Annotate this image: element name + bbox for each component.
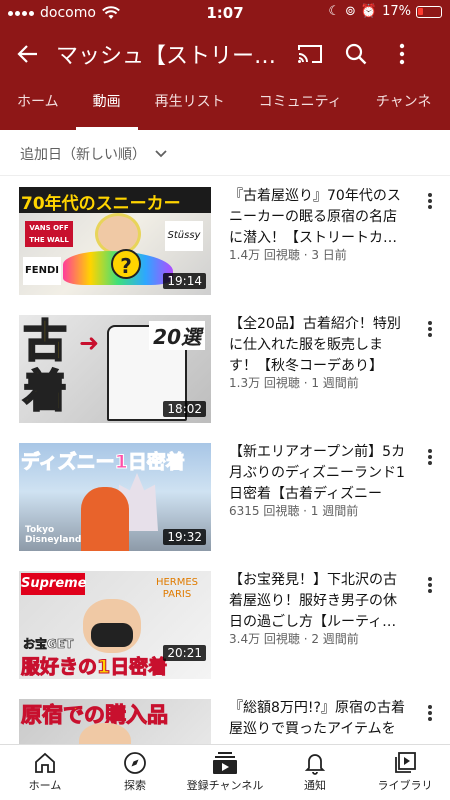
sort-label: 追加日（新しい順） (20, 146, 146, 163)
video-title: 【新エリアオープン前】5カ月ぶりのディズニーランド1日密着【古着ディズニーコ… (229, 444, 406, 502)
video-meta: 【お宝発見！】下北沢の古着屋巡り！服好き男子の休日の過ごし方【ルーティ… 3.4… (229, 570, 409, 647)
battery-percent: 17% (382, 4, 411, 19)
video-item[interactable]: 70年代のスニーカー VANS OFF THE WALL Stüssy FEND… (0, 180, 450, 298)
battery-icon (416, 5, 442, 18)
thumbnail-logo-hermes: HERMES PARIS (155, 577, 199, 600)
video-duration: 20:21 (163, 645, 206, 661)
thumbnail-logo-disney: Tokyo Disneyland (25, 525, 82, 545)
tab-home[interactable]: ホーム (0, 78, 76, 130)
thumbnail-logo-supreme: Supreme (21, 573, 87, 595)
thumbnail-logo-fendi: FENDI (23, 257, 61, 285)
compass-icon (124, 752, 146, 774)
video-item[interactable]: ディズニー1日密着 Tokyo Disneyland 19:32 【新エリアオー… (0, 436, 450, 554)
thumbnail-person-face (95, 213, 141, 255)
search-icon (345, 43, 367, 65)
video-item[interactable]: Supreme HERMES PARIS お宝GET 服好きの1日密着 20:2… (0, 564, 450, 682)
nav-library[interactable]: ライブラリ (360, 745, 450, 800)
tab-videos[interactable]: 動画 (75, 78, 138, 130)
nav-home-label: ホーム (28, 779, 62, 792)
nav-library-label: ライブラリ (377, 779, 433, 792)
back-button[interactable] (0, 30, 56, 78)
thumbnail-arrow: ➜ (79, 329, 100, 357)
video-thumbnail[interactable]: Supreme HERMES PARIS お宝GET 服好きの1日密着 20:2… (19, 571, 211, 679)
alarm-icon: ⏰ (360, 4, 378, 19)
nav-subscriptions-label: 登録チャンネル (186, 779, 264, 792)
video-item[interactable]: 原宿での購入品 『総額8万円!?』原宿の古着屋巡りで買ったアイテムを (0, 692, 450, 744)
video-title: 【お宝発見！】下北沢の古着屋巡り！服好き男子の休日の過ごし方【ルーティ… (229, 572, 397, 630)
nav-subscriptions[interactable]: 登録チャンネル (180, 745, 270, 800)
video-info: 1.4万 回視聴 · 3 日前 (229, 248, 347, 262)
nav-explore-label: 探索 (124, 779, 146, 792)
sort-dropdown[interactable]: 追加日（新しい順） (0, 132, 450, 176)
video-info: 6315 回視聴 · 1 週間前 (229, 504, 359, 518)
tab-playlists[interactable]: 再生リスト (138, 78, 242, 130)
video-menu-button[interactable] (422, 702, 438, 724)
video-meta: 『総額8万円!?』原宿の古着屋巡りで買ったアイテムを (229, 698, 409, 744)
arrow-left-icon (17, 45, 37, 63)
thumbnail-caption: 服好きの1日密着 (20, 656, 168, 679)
video-thumbnail[interactable]: 古着 ➜ 20選 18:02 (19, 315, 211, 423)
bottom-navigation: ホーム 探索 登録チャンネル 通知 ライブラリ (0, 744, 450, 800)
video-duration: 18:02 (163, 401, 206, 417)
video-duration: 19:14 (163, 273, 206, 289)
video-meta: 【全20品】古着紹介！特別に仕入れた服を販売します！【秋冬コーデあり】 1.3万… (229, 314, 409, 391)
youtube-channel-screen: docomo 1:07 ☾ ⊚ ⏰ 17% マッシュ【ストリー… ホーム 動画 … (0, 0, 450, 800)
nav-home[interactable]: ホーム (0, 745, 90, 800)
rotation-lock-icon: ⊚ (345, 4, 356, 19)
video-thumbnail[interactable]: ディズニー1日密着 Tokyo Disneyland 19:32 (19, 443, 211, 551)
thumbnail-big-text: 古着 (22, 316, 68, 418)
search-button[interactable] (340, 38, 372, 70)
video-meta: 『古着屋巡り』70年代のスニーカーの眠る原宿の名店に潜入！【ストリートカ… 1.… (229, 186, 409, 263)
nav-notifications-label: 通知 (304, 779, 326, 792)
thumbnail-question-mark: ? (111, 249, 141, 279)
video-title: 『古着屋巡り』70年代のスニーカーの眠る原宿の名店に潜入！【ストリートカ… (229, 188, 401, 246)
video-thumbnail[interactable]: 原宿での購入品 (19, 699, 211, 744)
video-menu-button[interactable] (422, 446, 438, 468)
cast-icon (298, 45, 322, 63)
more-vertical-icon (399, 43, 405, 65)
video-thumbnail[interactable]: 70年代のスニーカー VANS OFF THE WALL Stüssy FEND… (19, 187, 211, 295)
video-menu-button[interactable] (422, 574, 438, 596)
status-bar: docomo 1:07 ☾ ⊚ ⏰ 17% (0, 0, 450, 28)
toolbar: マッシュ【ストリー… (0, 30, 450, 78)
subscriptions-icon (213, 752, 237, 774)
thumbnail-mask (91, 623, 133, 647)
thumbnail-caption: ディズニー1日密着 (21, 451, 186, 474)
channel-title: マッシュ【ストリー… (56, 44, 277, 69)
thumbnail-logo-stussy: Stüssy (165, 221, 203, 251)
moon-icon: ☾ (328, 4, 340, 19)
video-title: 【全20品】古着紹介！特別に仕入れた服を販売します！【秋冬コーデあり】 (229, 316, 401, 374)
channel-header: docomo 1:07 ☾ ⊚ ⏰ 17% マッシュ【ストリー… ホーム 動画 … (0, 0, 450, 130)
video-info: 3.4万 回視聴 · 2 週間前 (229, 632, 359, 646)
video-item[interactable]: 古着 ➜ 20選 18:02 【全20品】古着紹介！特別に仕入れた服を販売します… (0, 308, 450, 426)
video-list: 70年代のスニーカー VANS OFF THE WALL Stüssy FEND… (0, 180, 450, 744)
cast-button[interactable] (294, 38, 326, 70)
bell-icon (304, 754, 326, 775)
video-menu-button[interactable] (422, 190, 438, 212)
tab-channels[interactable]: チャンネ (359, 78, 449, 130)
video-menu-button[interactable] (422, 318, 438, 340)
video-duration: 19:32 (163, 529, 206, 545)
home-icon (35, 752, 55, 773)
nav-notifications[interactable]: 通知 (270, 745, 360, 800)
library-icon (395, 752, 416, 773)
thumbnail-person-shape (81, 487, 129, 551)
status-right: ☾ ⊚ ⏰ 17% (328, 4, 442, 19)
chevron-down-icon (155, 149, 167, 157)
thumbnail-subcaption: お宝GET (23, 637, 74, 652)
nav-explore[interactable]: 探索 (90, 745, 180, 800)
thumbnail-badge: 20選 (149, 321, 205, 350)
video-info: 1.3万 回視聴 · 1 週間前 (229, 376, 359, 390)
tab-community[interactable]: コミュニティ (242, 78, 359, 130)
channel-tabs: ホーム 動画 再生リスト コミュニティ チャンネ (0, 78, 448, 130)
thumbnail-logo-vans: VANS OFF THE WALL (25, 221, 73, 247)
toolbar-actions (294, 38, 432, 70)
thumbnail-caption: 70年代のスニーカー (21, 194, 181, 214)
video-title: 『総額8万円!?』原宿の古着屋巡りで買ったアイテムを (229, 700, 405, 737)
overflow-menu-button[interactable] (386, 38, 418, 70)
video-meta: 【新エリアオープン前】5カ月ぶりのディズニーランド1日密着【古着ディズニーコ… … (229, 442, 409, 519)
